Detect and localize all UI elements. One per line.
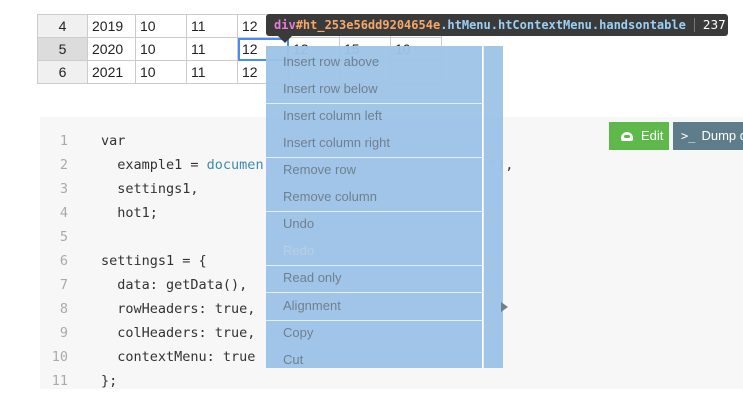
edit-button-label: Edit (641, 128, 664, 143)
table-cell[interactable]: 2020 (87, 37, 136, 61)
context-menu-item-label: Insert row above (283, 54, 380, 69)
line-number: 10 (51, 349, 68, 365)
context-menu-item-label: Remove row (283, 162, 356, 177)
tooltip-classes: .htMenu.htContextMenu.handsontable (440, 18, 686, 32)
context-menu-item-copy[interactable]: Copy (266, 320, 482, 346)
line-number: 8 (59, 301, 68, 317)
context-menu-item-undo[interactable]: Undo (266, 211, 482, 237)
code-text: settings1 = { (101, 253, 207, 269)
code-text: var (101, 133, 126, 149)
code-token: example1 = (101, 157, 207, 173)
context-menu-item-read-only[interactable]: Read only (266, 265, 482, 291)
context-menu-item-remove-column[interactable]: Remove column (266, 184, 482, 210)
line-number: 2 (59, 157, 68, 173)
table-cell[interactable]: 10 (135, 14, 187, 38)
context-menu-item-label: Insert row below (283, 80, 378, 96)
table-cell[interactable]: 11 (186, 37, 238, 61)
dump-button-label: Dump d (701, 128, 743, 143)
context-menu-item-label: Insert column left (283, 108, 382, 123)
code-text: }; (101, 373, 118, 389)
line-number: 6 (59, 253, 68, 269)
terminal-icon: >_ (681, 129, 696, 143)
code-text: example1 = documen'), (101, 153, 513, 177)
context-menu-item-label: Copy (283, 325, 314, 340)
code-text: settings1, (101, 181, 199, 197)
tooltip-arrow (278, 36, 292, 43)
code-token-fn: documen (206, 157, 264, 173)
table-cell[interactable]: 11 (186, 14, 238, 38)
context-menu-item-label: Read only (283, 270, 342, 285)
tooltip-tag: div (274, 18, 296, 32)
context-menu: Insert row above Insert row below Insert c… (266, 46, 508, 368)
code-text: colHeaders: true, (101, 325, 256, 341)
code-text: rowHeaders: true, (101, 301, 256, 317)
context-menu-item-label: Redo (283, 242, 315, 258)
line-number: 1 (59, 133, 68, 149)
devtools-element-tooltip: div#ht_253e56dd9204654e.htMenu.htContext… (266, 14, 743, 36)
context-menu-item-redo: Redo (266, 238, 482, 264)
line-number: 5 (59, 229, 68, 245)
context-menu-scrollbar[interactable] (483, 46, 503, 368)
tooltip-dimensions: 237 × 322 (693, 18, 743, 32)
context-menu-item-insert-column-right[interactable]: Insert column right (266, 130, 482, 156)
row-header[interactable]: 4 (37, 14, 88, 38)
context-menu-item-insert-column-left[interactable]: Insert column left (266, 103, 482, 129)
context-menu-item-alignment[interactable]: Alignment (266, 293, 508, 319)
code-text: hot1; (101, 205, 158, 221)
line-number: 11 (51, 373, 68, 389)
dump-data-button[interactable]: >_ Dump d (673, 122, 743, 150)
line-number: 3 (59, 181, 68, 197)
context-menu-item-insert-row-above[interactable]: Insert row above (266, 49, 482, 75)
line-number: 7 (59, 277, 68, 293)
context-menu-item-insert-row-below[interactable]: Insert row below (266, 76, 482, 102)
jsfiddle-icon (621, 132, 633, 141)
table-cell[interactable]: 2021 (87, 60, 136, 84)
table-cell[interactable]: 10 (135, 37, 187, 61)
row-header[interactable]: 6 (37, 60, 88, 84)
context-menu-item-label: Insert column right (283, 134, 390, 150)
edit-button[interactable]: Edit (609, 122, 669, 150)
line-number: 9 (59, 325, 68, 341)
line-number: 4 (59, 205, 68, 221)
code-text: data: getData(), (101, 277, 248, 293)
context-menu-item-label: Cut (283, 351, 304, 367)
tooltip-id: #ht_253e56dd9204654e (295, 18, 441, 32)
context-menu-list: Insert row above Insert row below Insert c… (266, 46, 508, 368)
context-menu-item-label: Remove column (283, 188, 377, 204)
code-text: contextMenu: true (101, 349, 256, 365)
context-menu-item-cut[interactable]: Cut (266, 347, 482, 373)
table-cell[interactable]: 2019 (87, 14, 136, 38)
context-menu-item-label: Alignment (283, 297, 341, 313)
table-cell[interactable]: 11 (186, 60, 238, 84)
context-menu-item-remove-row[interactable]: Remove row (266, 157, 482, 183)
context-menu-item-label: Undo (283, 216, 315, 231)
row-header[interactable]: 5 (37, 37, 88, 61)
table-cell[interactable]: 10 (135, 60, 187, 84)
